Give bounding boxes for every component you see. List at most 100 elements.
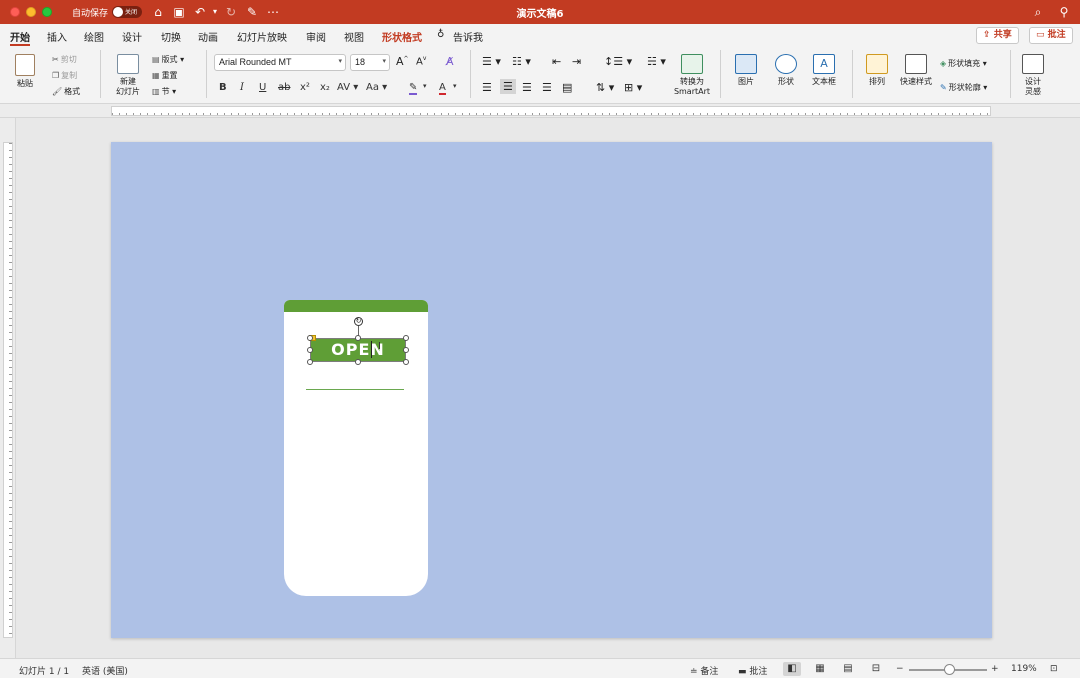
divider [1010,50,1011,98]
align-center-icon[interactable]: ☰ [500,79,516,94]
bold-icon[interactable]: B [219,82,227,93]
font-name-select[interactable]: Arial Rounded MT ▾ [214,54,346,71]
copy-button[interactable]: ❐ 复制 [52,70,77,81]
vertical-ruler[interactable] [0,118,16,658]
tab-tell-me[interactable]: 告诉我 [453,29,483,44]
highlight-icon[interactable]: ✎ [409,82,418,95]
shape-icon [775,54,797,74]
increase-font-icon[interactable]: A^ [396,55,409,68]
bullets-icon[interactable]: ☰ ▾ [482,55,501,68]
slide[interactable]: OPEN ↻ I [111,142,992,638]
font-color-icon[interactable]: A [439,82,446,95]
share-button[interactable]: ⇪ 共享 [976,27,1019,44]
format-painter-button[interactable]: 🖌 格式 [52,86,80,97]
tab-shape-format[interactable]: 形状格式 [382,29,422,44]
distributed-icon[interactable]: ▤ [562,81,572,94]
card-header-bar[interactable] [284,300,428,312]
tab-slideshow[interactable]: 幻灯片放映 [237,29,287,44]
numbering-icon[interactable]: ☷ ▾ [512,55,531,68]
zoom-slider-handle[interactable] [944,664,955,675]
divider [720,50,721,98]
char-spacing-icon[interactable]: AV ▾ [337,82,358,93]
paste-button[interactable]: 粘贴 [10,54,40,89]
chevron-down-icon[interactable]: ▾ [423,82,427,90]
font-size-select[interactable]: 18 ▾ [350,54,390,71]
resize-handle-s[interactable] [355,359,361,365]
resize-handle-nw[interactable] [307,335,313,341]
horizontal-ruler[interactable] [0,104,1080,118]
reading-view-icon[interactable]: ▤ [839,662,857,676]
superscript-icon[interactable]: x² [300,82,310,93]
resize-handle-ne[interactable] [403,335,409,341]
picture-button[interactable]: 图片 [728,54,764,87]
comments-status-button[interactable]: ▬ 批注 [738,664,767,677]
resize-handle-sw[interactable] [307,359,313,365]
layout-button[interactable]: ▤ 版式 ▾ [152,54,184,65]
align-right-icon[interactable]: ☰ [522,81,532,94]
arrange-button[interactable]: 排列 [860,54,894,87]
strikethrough-icon[interactable]: ab [278,82,290,93]
reset-button[interactable]: ▦ 重置 [152,70,178,81]
ruler-track [3,142,13,638]
arrange-label: 排列 [869,77,885,86]
chevron-down-icon[interactable]: ▾ [453,82,457,90]
language[interactable]: 英语 (美国) [82,664,128,677]
tab-review[interactable]: 审阅 [306,29,326,44]
font-name-value: Arial Rounded MT [219,57,292,67]
fit-to-window-icon[interactable]: ⊡ [1050,664,1058,674]
search-icon[interactable]: ⌕ [1030,4,1046,20]
tab-home[interactable]: 开始 [10,29,30,46]
shape-fill-label: 形状填充 [948,59,981,68]
resize-handle-n[interactable] [355,335,361,341]
quick-styles-button[interactable]: 快速样式 [896,54,936,87]
slide-canvas[interactable]: OPEN ↻ I [16,118,1080,658]
section-button[interactable]: ▥ 节 ▾ [152,86,176,97]
textbox-button[interactable]: A 文本框 [806,54,842,87]
new-slide-label-2: 幻灯片 [116,87,140,96]
tab-view[interactable]: 视图 [344,29,364,44]
resize-handle-se[interactable] [403,359,409,365]
line-spacing-icon[interactable]: ↕☰ ▾ [604,55,632,68]
new-slide-button[interactable]: 新建 幻灯片 [110,54,146,97]
slide-sorter-icon[interactable]: ▦ [811,662,829,676]
italic-icon[interactable]: I [240,82,244,93]
clear-format-icon[interactable]: A̸ [446,55,454,68]
convert-smartart-button[interactable]: 转换为 SmartArt [672,54,712,97]
divider-line-shape[interactable] [306,389,404,390]
increase-indent-icon[interactable]: ⇥ [572,55,581,68]
designer-label-2: 灵感 [1025,87,1041,96]
slideshow-view-icon[interactable]: ⊟ [867,662,885,676]
align-left-icon[interactable]: ☰ [482,81,492,94]
shape-outline-button[interactable]: ✎ 形状轮廓 ▾ [940,82,987,93]
zoom-level[interactable]: 119% [1011,664,1037,674]
designer-button[interactable]: 设计 灵感 [1016,54,1050,97]
slide-count: 幻灯片 1 / 1 [19,667,70,677]
tab-transitions[interactable]: 切换 [161,29,181,44]
shape-fill-button[interactable]: ◈ 形状填充 ▾ [940,58,987,69]
decrease-font-icon[interactable]: Av [416,55,426,67]
zoom-in-icon[interactable]: + [991,664,999,674]
columns-icon[interactable]: ☵ ▾ [647,55,666,68]
resize-handle-e[interactable] [403,347,409,353]
account-icon[interactable]: ⚲ [1056,4,1072,20]
tab-animations[interactable]: 动画 [198,29,218,44]
tab-insert[interactable]: 插入 [47,29,67,44]
text-direction-icon[interactable]: ⇅ ▾ [596,81,614,94]
resize-handle-w[interactable] [307,347,313,353]
change-case-icon[interactable]: Aa ▾ [366,82,387,93]
tab-design[interactable]: 设计 [122,29,142,44]
justify-icon[interactable]: ☰ [542,81,552,94]
decrease-indent-icon[interactable]: ⇤ [552,55,561,68]
rotate-handle-icon[interactable]: ↻ [354,317,363,326]
notes-button[interactable]: ≐ 备注 [690,664,718,677]
zoom-out-icon[interactable]: − [896,664,904,674]
comments-button[interactable]: ▭ 批注 [1029,27,1073,44]
cut-button[interactable]: ✂ 剪切 [52,54,77,65]
shape-button[interactable]: 形状 [768,54,804,87]
status-bar: 幻灯片 1 / 1 英语 (美国) ≐ 备注 ▬ 批注 ◧ ▦ ▤ ⊟ − + … [0,658,1080,678]
subscript-icon[interactable]: x₂ [320,82,330,93]
normal-view-icon[interactable]: ◧ [783,662,801,676]
tab-draw[interactable]: 绘图 [84,29,104,44]
underline-icon[interactable]: U [259,82,266,93]
align-text-icon[interactable]: ⊞ ▾ [624,81,642,94]
